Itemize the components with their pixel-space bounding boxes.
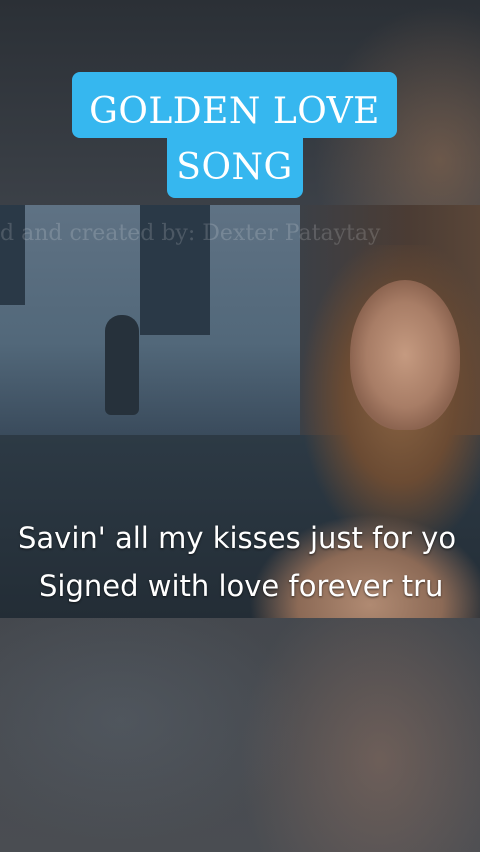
title-line-1: GOLDEN LOVE [89,91,380,132]
video-frame[interactable]: d and created by: Dexter Pataytay Savin'… [0,205,480,618]
lyric-line-2: Signed with love forever tru [39,569,444,603]
window-shape-left [0,205,25,305]
lyric-line-1: Savin' all my kisses just for yo [18,521,457,555]
song-title: GOLDEN LOVE SONG [72,84,397,196]
video-watermark: d and created by: Dexter Pataytay [0,221,381,246]
background-figure [105,315,139,415]
woman-face [350,280,460,430]
title-line-2: SONG [176,147,293,188]
